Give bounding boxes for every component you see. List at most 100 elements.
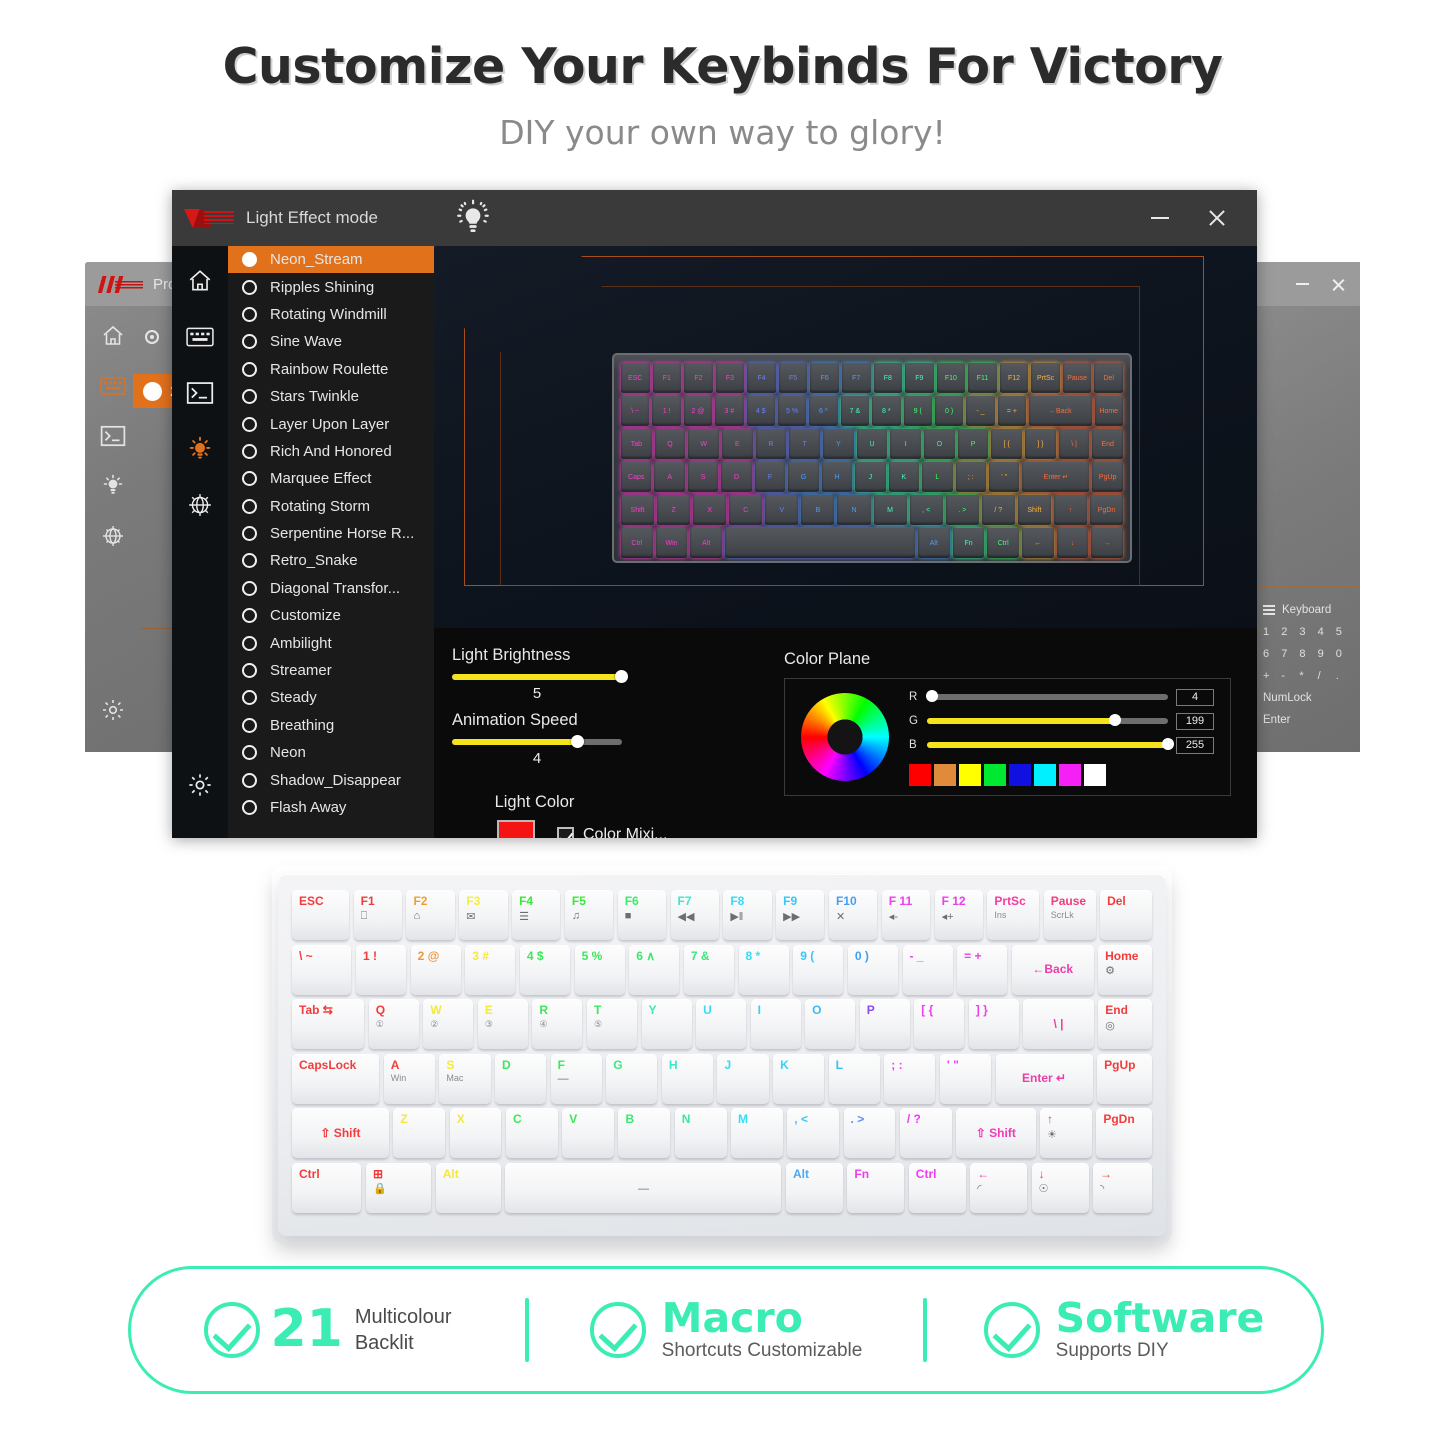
minimize-icon[interactable] [1151, 217, 1169, 219]
keycap[interactable]: N [674, 1108, 727, 1158]
numpad-key[interactable]: * [1299, 670, 1317, 682]
keycap[interactable]: F10 ✕ [828, 890, 878, 940]
mode-item[interactable]: Streamer [228, 657, 434, 684]
globe-icon[interactable] [100, 524, 126, 548]
keycap[interactable]: Alt [435, 1162, 501, 1213]
keycap[interactable]: Del [1100, 890, 1152, 940]
color-swatch[interactable] [1009, 763, 1031, 786]
keycap[interactable]: X [449, 1108, 502, 1158]
radio-icon[interactable] [242, 580, 257, 596]
radio-icon[interactable] [242, 635, 257, 651]
mode-item[interactable]: Steady [228, 684, 434, 711]
rgb-channel-row[interactable]: G 199 [909, 712, 1214, 730]
keycap[interactable]: O [805, 999, 856, 1049]
keycap[interactable]: ←Back [1011, 944, 1094, 995]
keycap[interactable]: , < [787, 1108, 840, 1158]
bulb-icon[interactable] [100, 474, 126, 498]
enter-row[interactable]: Enter [1263, 714, 1354, 726]
keycap[interactable]: ↑ ☀ [1040, 1108, 1092, 1158]
mode-item[interactable]: Layer Upon Layer [228, 410, 434, 437]
animation-speed-slider[interactable] [452, 735, 764, 748]
numpad-key[interactable]: 2 [1281, 626, 1299, 638]
numpad-key[interactable]: 9 [1318, 648, 1336, 660]
numpad-key[interactable]: / [1318, 670, 1336, 682]
keycap[interactable]: PrtSc Ins [987, 890, 1040, 940]
keycap[interactable]: . > [843, 1108, 896, 1158]
keycap[interactable]: \ | [1023, 999, 1094, 1049]
keycap[interactable]: CapsLock [292, 1053, 380, 1104]
numlock-row[interactable]: NumLock [1263, 692, 1354, 704]
home-icon[interactable] [100, 324, 126, 348]
color-swatch[interactable] [984, 763, 1006, 786]
keycap[interactable]: [ { [914, 999, 965, 1049]
checkbox-box[interactable] [557, 826, 574, 838]
numpad-key[interactable]: 7 [1281, 648, 1299, 660]
gear-icon[interactable] [100, 698, 126, 722]
mode-item[interactable]: Flash Away [228, 794, 434, 821]
radio-icon[interactable] [242, 279, 257, 295]
keycap[interactable]: 4 $ [519, 944, 571, 995]
keycap[interactable]: Fn [847, 1162, 905, 1213]
keycap[interactable]: F4 ☰ [512, 890, 561, 940]
radio-icon[interactable] [242, 498, 257, 514]
numpad-key[interactable]: + [1263, 670, 1281, 682]
keycap[interactable]: PgDn [1096, 1108, 1152, 1158]
radio-icon[interactable] [242, 334, 257, 350]
numpad-key[interactable]: 1 [1263, 626, 1281, 638]
keycap[interactable]: Ctrl [908, 1162, 966, 1213]
radio-icon[interactable] [242, 800, 257, 815]
mode-item[interactable]: Serpentine Horse R... [228, 520, 434, 547]
light-effect-mode-list[interactable]: Neon_Stream Ripples Shining Rotating Windm… [228, 246, 434, 838]
keycap[interactable]: T⑤ [586, 999, 638, 1049]
keycap[interactable]: F8 ▶‖ [723, 890, 772, 940]
color-mixing-checkbox[interactable]: Color Mixi... [557, 826, 667, 838]
keycap[interactable]: = + [957, 944, 1008, 995]
keycap[interactable]: S Mac [439, 1053, 491, 1104]
keycap[interactable]: ] } [968, 999, 1019, 1049]
keycap[interactable]: ⇧ Shift [292, 1108, 389, 1158]
terminal-icon[interactable] [100, 424, 126, 448]
radio-icon[interactable] [242, 608, 257, 624]
radio-icon[interactable] [242, 416, 257, 432]
keycap[interactable]: ← ◜ [970, 1162, 1028, 1213]
close-icon[interactable] [1331, 277, 1346, 292]
keycap[interactable]: F1 ⎕ [353, 890, 402, 940]
color-swatch[interactable] [1059, 763, 1081, 786]
color-swatch[interactable] [959, 763, 981, 786]
keycap[interactable]: F3 ✉ [459, 890, 508, 940]
mode-item[interactable]: Customize [228, 602, 434, 629]
radio-icon[interactable] [242, 553, 257, 569]
close-icon[interactable] [1207, 208, 1227, 228]
bulb-icon[interactable] [186, 436, 214, 462]
mode-item[interactable]: Diagonal Transfor... [228, 575, 434, 602]
mode-item[interactable]: Shadow_Disappear [228, 766, 434, 793]
mode-item[interactable]: Breathing [228, 712, 434, 739]
keycap[interactable]: M [731, 1108, 783, 1158]
keycap[interactable]: F 12 ◂+ [934, 890, 983, 940]
keycap[interactable]: K [773, 1053, 825, 1104]
color-swatch[interactable] [1084, 763, 1106, 786]
mode-item[interactable]: Neon [228, 739, 434, 766]
keycap[interactable]: Ctrl [292, 1162, 362, 1213]
keycap[interactable]: V [562, 1108, 614, 1158]
radio-icon[interactable] [242, 690, 257, 706]
home-icon[interactable] [186, 268, 214, 294]
background-window-right[interactable]: Keyboard 1 2 3 4 5 6 7 8 9 0 + - * / . N… [1255, 262, 1360, 752]
keycap[interactable]: 5 % [574, 944, 625, 995]
mode-item[interactable]: Marquee Effect [228, 465, 434, 492]
radio-icon[interactable] [242, 252, 257, 268]
keycap[interactable]: Tab ⇆ [292, 999, 365, 1049]
keycap[interactable]: ⊞ 🔒 [365, 1162, 432, 1213]
keycap[interactable]: F 11 ◂- [881, 890, 931, 940]
keycap[interactable]: Z [393, 1108, 446, 1158]
keycap[interactable]: 7 & [683, 944, 735, 995]
keycap[interactable]: End ◎ [1098, 999, 1152, 1049]
keycap[interactable]: F — [550, 1053, 602, 1104]
keyboard-icon[interactable] [100, 374, 126, 398]
keycap[interactable]: Q① [368, 999, 419, 1049]
keycap[interactable]: Enter ↵ [995, 1053, 1093, 1104]
radio-icon[interactable] [242, 526, 257, 542]
gear-icon[interactable] [186, 772, 214, 798]
mode-item[interactable]: Stars Twinkle [228, 383, 434, 410]
keycap[interactable]: Alt [785, 1162, 843, 1213]
